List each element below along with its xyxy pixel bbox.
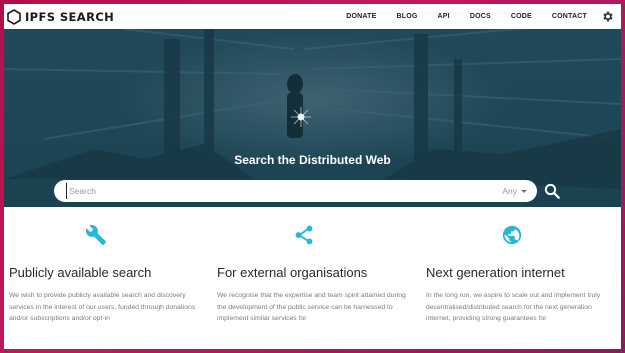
feature-title: Publicly available search — [9, 265, 152, 280]
gear-icon[interactable] — [601, 10, 614, 23]
globe-icon — [502, 225, 522, 245]
feature-description: We wish to provide publicly available se… — [9, 292, 196, 322]
search-icon[interactable] — [543, 182, 561, 200]
wrench-icon — [85, 225, 107, 246]
nav-item-docs[interactable]: DOCS — [470, 13, 491, 20]
brand-name: IPFS SEARCH — [25, 9, 115, 24]
nav-item-code[interactable]: CODE — [511, 13, 532, 20]
top-navbar: IPFS SEARCH DONATE BLOG API DOCS CODE CO… — [4, 4, 621, 29]
search-scope-dropdown[interactable]: Any — [502, 180, 527, 202]
browser-viewport: IPFS SEARCH DONATE BLOG API DOCS CODE CO… — [4, 4, 621, 349]
share-icon — [295, 225, 313, 245]
features-section: Publicly available search We wish to pro… — [4, 207, 621, 349]
search-scope-value: Any — [502, 186, 517, 196]
nav-item-blog[interactable]: BLOG — [397, 13, 418, 20]
nav-item-contact[interactable]: CONTACT — [552, 13, 587, 20]
hero-title: Search the Distributed Web — [234, 153, 391, 167]
search-input[interactable] — [66, 183, 466, 199]
feature-description: In the long run, we aspire to scale out … — [426, 292, 601, 322]
feature-title: For external organisations — [217, 265, 368, 280]
search-bar: Any — [54, 180, 537, 202]
nav-menu: DONATE BLOG API DOCS CODE CONTACT — [326, 4, 621, 29]
nav-item-api[interactable]: API — [438, 13, 450, 20]
caret-down-icon — [521, 189, 527, 193]
nav-item-donate[interactable]: DONATE — [346, 13, 376, 20]
hero-banner: Search the Distributed Web Any — [4, 29, 621, 207]
brand-logo[interactable]: IPFS SEARCH — [7, 8, 115, 25]
feature-description: We recognise that the expertise and team… — [217, 292, 406, 322]
hexagon-icon — [7, 8, 21, 25]
feature-title: Next generation internet — [426, 265, 565, 280]
